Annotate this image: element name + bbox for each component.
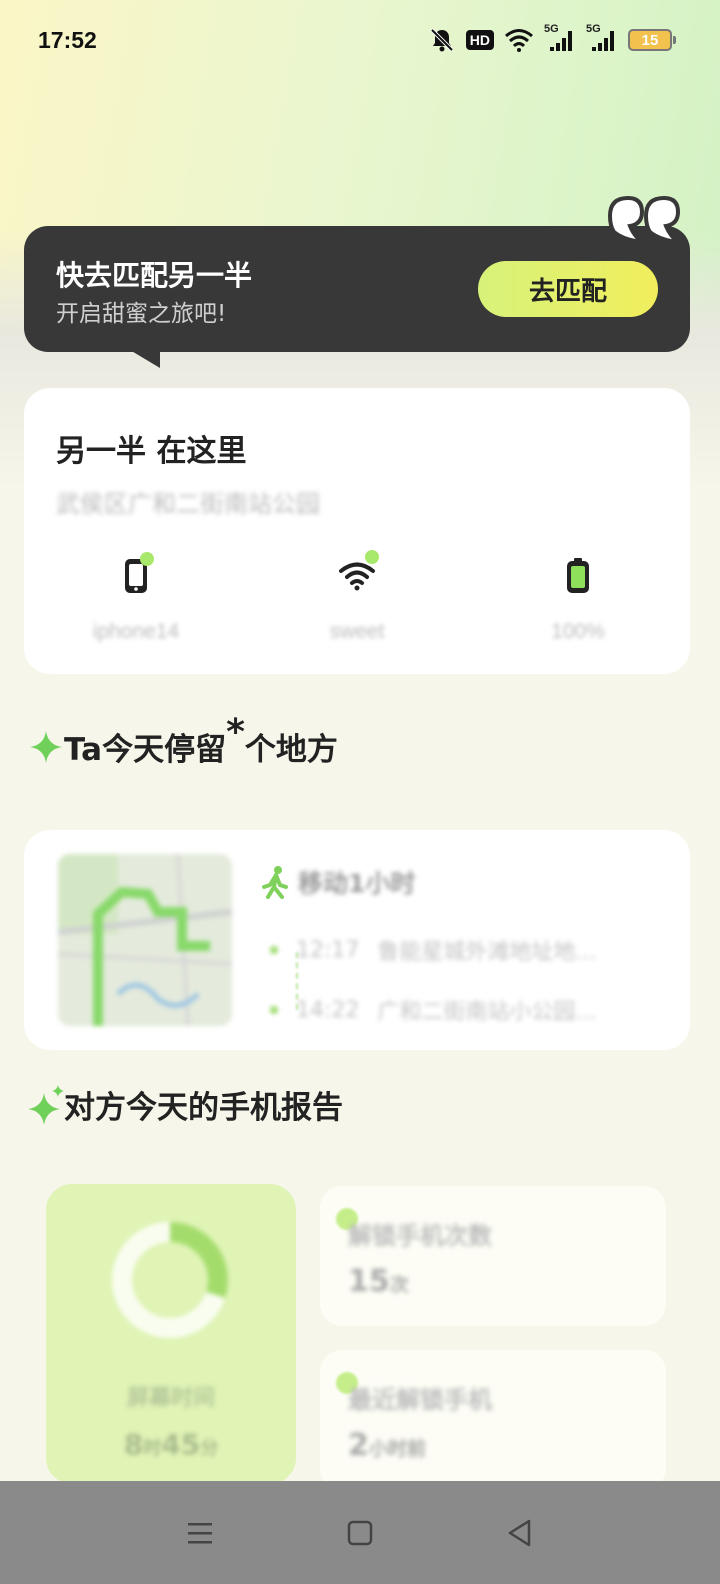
stat-wifi: sweet bbox=[277, 550, 437, 644]
last-unlock-label: 最近解锁手机 bbox=[348, 1386, 492, 1414]
last-unlock-card[interactable]: 最近解锁手机 2小时前 bbox=[320, 1350, 666, 1490]
hd-call-icon: HD bbox=[465, 30, 494, 50]
device-name: iphone14 bbox=[92, 620, 180, 643]
unlock-count-number: 15 bbox=[348, 1264, 390, 1299]
back-button[interactable] bbox=[490, 1503, 550, 1563]
timeline-time: 12:17 bbox=[296, 937, 360, 963]
screen-time-card[interactable]: 屏幕时间 8时45分 bbox=[46, 1184, 296, 1484]
banner-title: 快去匹配另一半 bbox=[56, 259, 253, 292]
signal-1-label: 5G bbox=[544, 23, 559, 35]
timeline-place: 鲁能星城外滩地址地... bbox=[377, 940, 597, 965]
stat-device: iphone14 bbox=[56, 552, 216, 644]
movement-card[interactable]: 移动1小时 12:17 鲁能星城外滩地址地... 14:22 广和二街南站小公园… bbox=[24, 830, 690, 1050]
home-button[interactable] bbox=[330, 1503, 390, 1563]
screen-minutes: 45 bbox=[161, 1428, 201, 1461]
status-time: 17:52 bbox=[38, 26, 97, 53]
sparkle-icon bbox=[28, 1084, 64, 1125]
battery-level: 100% bbox=[551, 620, 605, 643]
menu-icon bbox=[188, 1522, 212, 1543]
minutes-unit: 分 bbox=[200, 1438, 219, 1459]
timeline-place: 广和二街南站小公园... bbox=[377, 1000, 597, 1025]
timeline-time: 14:22 bbox=[296, 997, 360, 1023]
unlock-count-value: 15次 bbox=[348, 1264, 409, 1299]
report-title-text: 对方今天的手机报告 bbox=[64, 1090, 343, 1126]
battery-icon bbox=[558, 556, 598, 596]
last-unlock-number: 2 bbox=[348, 1428, 369, 1463]
route-map bbox=[58, 854, 232, 1026]
battery-status-icon: 15 bbox=[628, 29, 676, 51]
quote-icon bbox=[607, 195, 682, 245]
places-title-suffix: 个地方 bbox=[244, 732, 338, 768]
places-count-mark: * bbox=[226, 712, 245, 753]
status-dot bbox=[140, 552, 154, 566]
last-unlock-unit: 小时前 bbox=[368, 1438, 426, 1460]
screen-time-value: 8时45分 bbox=[46, 1428, 296, 1461]
status-bar: 17:52 HD 5G 5G 15 bbox=[0, 0, 720, 80]
system-nav-bar bbox=[0, 1481, 720, 1584]
movement-duration-text: 移动1小时 bbox=[298, 869, 416, 898]
phone-icon bbox=[116, 552, 156, 596]
last-unlock-value: 2小时前 bbox=[348, 1428, 426, 1463]
partner-location-card[interactable]: 另一半 在这里 武侯区广和二街南站公园 iphone14 sweet 100% bbox=[24, 388, 690, 674]
back-triangle-icon bbox=[508, 1519, 531, 1546]
go-match-button[interactable]: 去匹配 bbox=[478, 261, 658, 317]
status-dot bbox=[365, 550, 379, 564]
signal-2-label: 5G bbox=[586, 23, 601, 35]
timeline-entry: 12:17 鲁能星城外滩地址地... bbox=[270, 934, 596, 966]
banner-subtitle: 开启甜蜜之旅吧! bbox=[56, 301, 227, 327]
screen-hours: 8 bbox=[123, 1428, 144, 1461]
wifi-status-icon bbox=[504, 28, 534, 52]
unlock-count-label: 解锁手机次数 bbox=[348, 1222, 492, 1250]
partner-address: 武侯区广和二街南站公园 bbox=[56, 490, 320, 518]
places-section-title: Ta今天停留 * 个地方 bbox=[28, 712, 338, 769]
home-square-icon bbox=[347, 1520, 373, 1545]
signal-1-icon: 5G bbox=[544, 23, 576, 53]
movement-duration: 移动1小时 bbox=[260, 864, 415, 900]
timeline-dot bbox=[270, 1006, 278, 1014]
timeline-entry: 14:22 广和二街南站小公园... bbox=[270, 994, 596, 1026]
banner-tail bbox=[110, 338, 160, 368]
screen-time-label: 屏幕时间 bbox=[126, 1386, 215, 1411]
status-icons: HD 5G 5G 15 bbox=[428, 23, 676, 54]
report-section-title: 对方今天的手机报告 bbox=[28, 1082, 343, 1127]
menu-button[interactable] bbox=[170, 1503, 230, 1563]
wifi-name: sweet bbox=[329, 620, 385, 643]
signal-2-icon: 5G bbox=[586, 23, 618, 53]
partner-title: 另一半 在这里 bbox=[56, 434, 247, 469]
mute-bell-icon bbox=[428, 26, 456, 54]
stat-battery: 100% bbox=[498, 556, 658, 644]
walking-icon bbox=[262, 866, 288, 899]
screen-time-ring bbox=[112, 1222, 228, 1338]
hours-unit: 时 bbox=[143, 1438, 162, 1459]
unlock-count-unit: 次 bbox=[389, 1274, 409, 1296]
places-title-prefix: Ta今天停留 bbox=[64, 732, 227, 768]
sparkle-icon bbox=[30, 730, 62, 763]
unlock-count-card[interactable]: 解锁手机次数 15次 bbox=[320, 1186, 666, 1326]
timeline-dot bbox=[270, 946, 278, 954]
wifi-icon bbox=[337, 550, 379, 596]
